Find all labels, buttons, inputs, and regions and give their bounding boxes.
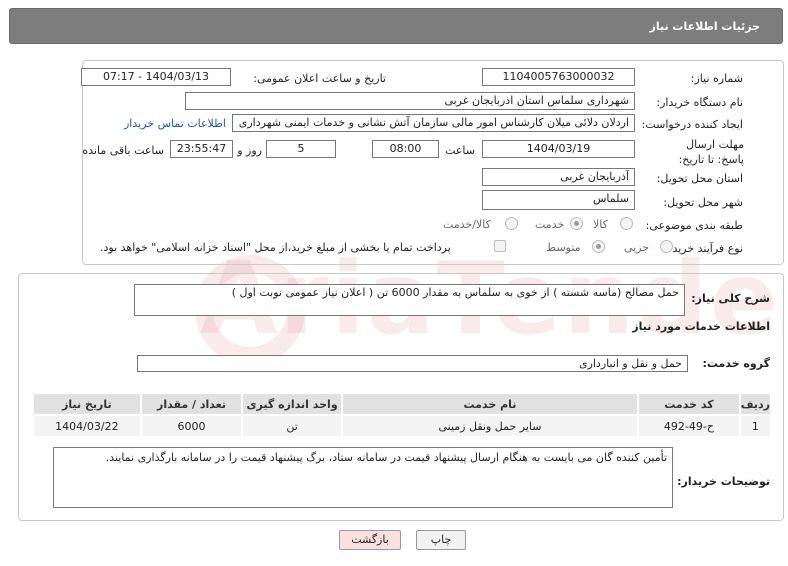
summary-field: حمل مصالح (ماسه شسته ) از خوی به سلماس ب… <box>134 284 685 316</box>
cell-service-code: ح-49-492 <box>637 414 741 438</box>
services-title: اطلاعات خدمات مورد نیاز <box>632 320 770 333</box>
page-title: جزئیات اطلاعات نیاز <box>649 20 761 33</box>
print-button[interactable]: چاپ <box>416 530 466 550</box>
remaining-time-label: ساعت باقی مانده <box>82 144 164 157</box>
process-medium-label: متوسط <box>546 241 581 254</box>
buyer-contact-link[interactable]: اطلاعات تماس خریدار <box>124 117 226 130</box>
deadline-time-label: ساعت <box>445 144 475 157</box>
category-goods-radio[interactable] <box>620 217 633 230</box>
services-table: ردیف کد خدمت نام خدمت واحد اندازه گیری ت… <box>32 392 773 438</box>
remaining-time-field: 23:55:47 <box>170 140 233 158</box>
cell-service-name: سایر حمل ونقل زمینی <box>340 414 640 438</box>
buyer-notes-field: تأمین کننده گان می بایست به هنگام ارسال … <box>53 447 673 508</box>
buyer-notes-label: توضیحات خریدار: <box>677 475 770 488</box>
process-type-label: نوع فرآیند خرید : <box>665 242 743 255</box>
cell-quantity: 6000 <box>139 414 244 438</box>
process-minor-radio[interactable] <box>660 240 673 253</box>
col-service-code: کد خدمت <box>637 392 741 416</box>
cell-need-date: 1404/03/22 <box>32 414 142 438</box>
category-goods-service-radio[interactable] <box>505 217 518 230</box>
treasury-checkbox[interactable] <box>494 240 506 252</box>
category-service-radio[interactable] <box>570 217 583 230</box>
col-unit: واحد اندازه گیری <box>241 392 343 416</box>
col-row-number: ردیف <box>738 392 773 416</box>
service-group-label: گروه خدمت: <box>702 357 770 370</box>
cell-row-number: 1 <box>738 414 773 438</box>
category-service-label: خدمت <box>535 218 565 231</box>
city-label: شهر محل تحویل: <box>663 196 743 209</box>
page-header: جزئیات اطلاعات نیاز <box>9 8 783 44</box>
col-service-name: نام خدمت <box>340 392 640 416</box>
need-number-field: 1104005763000032 <box>482 68 635 86</box>
summary-label: شرح کلی نیاز: <box>691 292 770 305</box>
back-button[interactable]: بازگشت <box>339 530 401 550</box>
province-field: آذربایجان غربی <box>482 168 635 186</box>
province-label: استان محل تحویل: <box>656 172 743 185</box>
deadline-date-field: 1404/03/19 <box>482 140 635 158</box>
process-medium-radio[interactable] <box>592 240 605 253</box>
city-field: سلماس <box>482 190 635 210</box>
announce-date-label: تاریخ و ساعت اعلان عمومی: <box>253 72 386 85</box>
remaining-days-label: روز و <box>237 144 262 157</box>
buyer-field: شهرداری سلماس استان اذربایجان غربی <box>185 92 635 110</box>
category-goods-service-label: کالا/خدمت <box>443 218 491 231</box>
buyer-label: نام دستگاه خریدار: <box>656 96 743 109</box>
remaining-days-field: 5 <box>266 140 336 158</box>
col-quantity: تعداد / مقدار <box>139 392 244 416</box>
treasury-note: پرداخت تمام یا بخشی از مبلغ خرید،از محل … <box>100 241 451 254</box>
creator-field: اردلان دلائی میلان کارشناس امور مالی ساز… <box>232 114 635 132</box>
category-label: طبقه بندی موضوعی: <box>645 219 743 232</box>
deadline-time-field: 08:00 <box>372 140 439 158</box>
announce-date-field: 1404/03/13 - 07:17 <box>81 68 231 86</box>
need-number-label: شماره نیاز: <box>690 72 743 85</box>
table-row: 1 ح-49-492 سایر حمل ونقل زمینی تن 6000 1… <box>32 414 773 438</box>
process-minor-label: جزیی <box>624 241 650 254</box>
category-goods-label: کالا <box>593 218 608 231</box>
col-need-date: تاریخ نیاز <box>32 392 142 416</box>
creator-label: ایجاد کننده درخواست: <box>641 118 743 131</box>
table-header-row: ردیف کد خدمت نام خدمت واحد اندازه گیری ت… <box>32 392 773 416</box>
service-group-field: حمل و نقل و انبارداری <box>137 355 688 372</box>
cell-unit: تن <box>241 414 343 438</box>
deadline-label: مهلت ارسال پاسخ: تا تاریخ: <box>678 138 744 166</box>
